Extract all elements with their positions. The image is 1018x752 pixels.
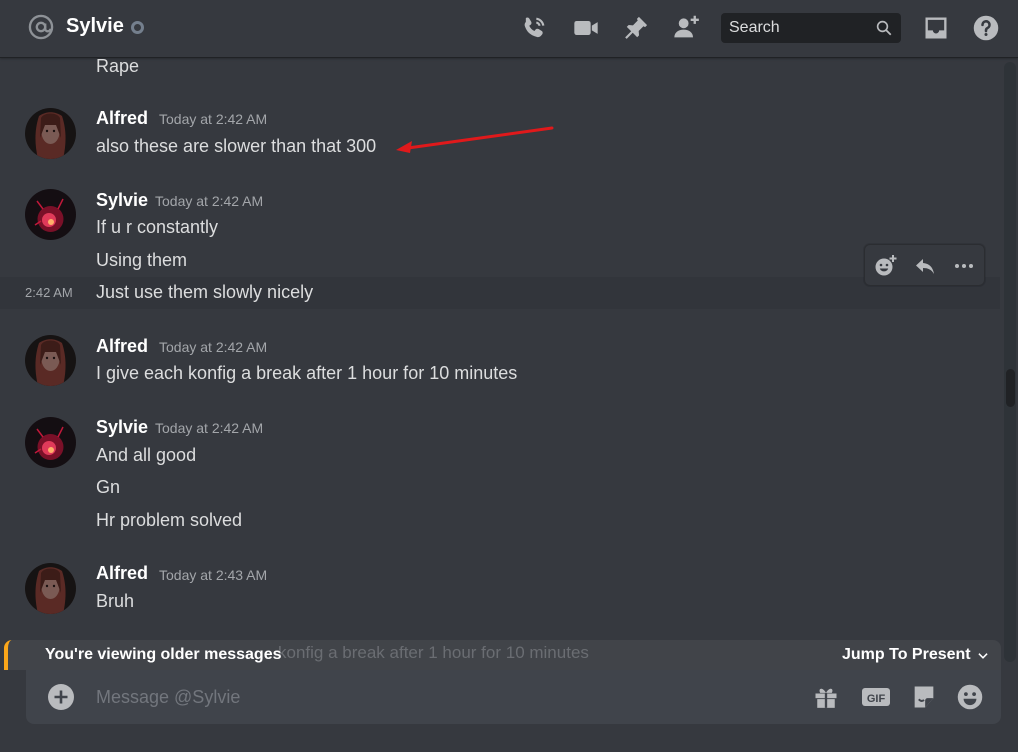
message-text: Rape [96, 56, 140, 76]
avatar[interactable] [25, 108, 76, 159]
add-reaction-icon[interactable] [873, 254, 897, 278]
message-author[interactable]: Alfred [96, 336, 148, 357]
sylvie-avatar-image [25, 417, 76, 468]
gif-icon[interactable]: GIF [861, 683, 891, 711]
message-text: also these are slower than that 300 [96, 136, 377, 156]
at-sign-icon [28, 14, 54, 40]
message-text: Just use them slowly nicely [96, 282, 314, 302]
message-text: And all good [96, 445, 197, 465]
message-author[interactable]: Alfred [96, 563, 148, 584]
gift-icon[interactable] [812, 683, 840, 711]
message-timestamp: Today at 2:43 AM [159, 567, 268, 583]
message-timestamp: Today at 2:42 AM [155, 420, 264, 436]
channel-header: Sylvie Search [0, 0, 1018, 58]
add-friends-to-dm-icon[interactable] [672, 14, 700, 42]
more-options-icon[interactable] [952, 254, 976, 278]
avatar[interactable] [25, 563, 76, 614]
message-text: If u r constantly [96, 217, 219, 237]
message-text: Using them [96, 250, 188, 270]
message-author[interactable]: Sylvie [96, 190, 148, 211]
start-voice-call-icon[interactable] [520, 14, 548, 42]
upload-plus-icon[interactable] [48, 684, 74, 710]
inbox-icon[interactable] [922, 14, 950, 42]
message-actions-toolbar [864, 244, 985, 286]
search-icon [876, 20, 892, 36]
avatar[interactable] [25, 417, 76, 468]
reply-icon[interactable] [913, 254, 937, 278]
message-text: Gn [96, 477, 121, 497]
message-text: I give each konfig a break after 1 hour … [96, 363, 518, 383]
older-messages-label: You're viewing older messages [45, 646, 282, 663]
chevron-down-icon[interactable] [976, 649, 990, 663]
sylvie-avatar-image [25, 189, 76, 240]
viewing-older-messages-bar: konfig a break after 1 hour for 10 minut… [4, 640, 1001, 670]
pinned-messages-icon[interactable] [622, 14, 650, 42]
message-text: Bruh [96, 591, 135, 611]
alfred-avatar-image [25, 108, 76, 159]
message-timestamp: Today at 2:42 AM [159, 111, 268, 127]
emoji-picker-icon[interactable] [956, 683, 984, 711]
message-input[interactable] [96, 670, 796, 724]
search-placeholder: Search [729, 19, 780, 36]
messages-scrollbar[interactable] [1004, 62, 1016, 662]
avatar[interactable] [25, 189, 76, 240]
alfred-avatar-image [25, 563, 76, 614]
search-bar[interactable]: Search [721, 13, 901, 43]
message-text: Hr problem solved [96, 510, 243, 530]
start-video-call-icon[interactable] [572, 14, 600, 42]
help-icon[interactable] [972, 14, 1000, 42]
message-timestamp: Today at 2:42 AM [159, 339, 268, 355]
sticker-icon[interactable] [910, 683, 938, 711]
message-author[interactable]: Alfred [96, 108, 148, 129]
avatar[interactable] [25, 335, 76, 386]
status-offline-icon [131, 21, 144, 34]
channel-title: Sylvie [66, 15, 124, 37]
hover-timestamp: 2:42 AM [25, 285, 73, 300]
message-author[interactable]: Sylvie [96, 417, 148, 438]
message-timestamp: Today at 2:42 AM [155, 193, 264, 209]
message-composer: GIF [26, 670, 1001, 724]
alfred-avatar-image [25, 335, 76, 386]
scrollbar-thumb[interactable] [1006, 369, 1015, 407]
obscured-message-text: konfig a break after 1 hour for 10 minut… [278, 643, 589, 662]
svg-text:GIF: GIF [867, 693, 886, 705]
red-annotation-arrow [396, 126, 554, 153]
jump-to-present-button[interactable]: Jump To Present [842, 646, 971, 664]
